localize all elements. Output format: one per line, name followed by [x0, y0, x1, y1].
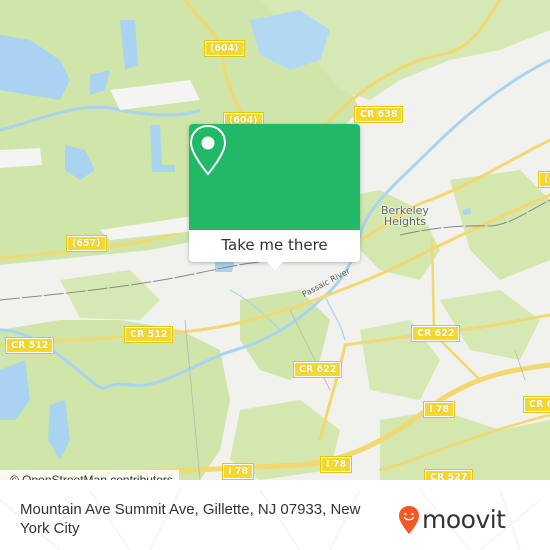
- road-shield-edge: (: [537, 171, 550, 188]
- forest-area: [60, 270, 160, 320]
- moovit-smile-pin-icon: [399, 506, 419, 534]
- road-shield-657: (657): [66, 235, 107, 252]
- popup-header: [189, 124, 360, 230]
- map-pin-icon: [189, 124, 227, 176]
- address-text: Mountain Ave Summit Ave, Gillette, NJ 07…: [20, 501, 361, 537]
- map-attribution[interactable]: © OpenStreetMap contributors: [0, 470, 179, 480]
- road-shield-i78: I 78: [422, 401, 456, 418]
- footer: Mountain Ave Summit Ave, Gillette, NJ 07…: [0, 490, 550, 550]
- place-label-berkeley-heights: Berkeley Heights: [381, 205, 429, 227]
- road-shield-cr622: CR 622: [410, 325, 461, 342]
- location-popup: Take me there: [189, 124, 360, 270]
- road-shield-cr638: CR 638: [353, 106, 404, 123]
- take-me-there-button[interactable]: Take me there: [189, 230, 360, 262]
- road-shield-cr512: CR 512: [123, 326, 174, 343]
- moovit-logo[interactable]: moovit: [398, 504, 506, 536]
- road-shield-cr622: CR 622: [292, 361, 343, 378]
- road-shield-cr527: CR 527: [423, 469, 474, 480]
- road-shield-i78: I 78: [319, 456, 353, 473]
- map-view[interactable]: (604) (604) CR 638 (657) CR 512 CR 512 C…: [0, 0, 550, 480]
- forest-area: [450, 170, 550, 280]
- moovit-logo-text: moovit: [422, 505, 506, 534]
- place-label-line2: Heights: [383, 215, 426, 228]
- road-shield-cr-edge: CR 6: [522, 396, 550, 413]
- road-shield-cr512: CR 512: [4, 337, 55, 354]
- road-shield-i78: I 78: [221, 463, 255, 480]
- popup-pointer: [267, 262, 283, 270]
- road-shield-604: (604): [204, 40, 245, 57]
